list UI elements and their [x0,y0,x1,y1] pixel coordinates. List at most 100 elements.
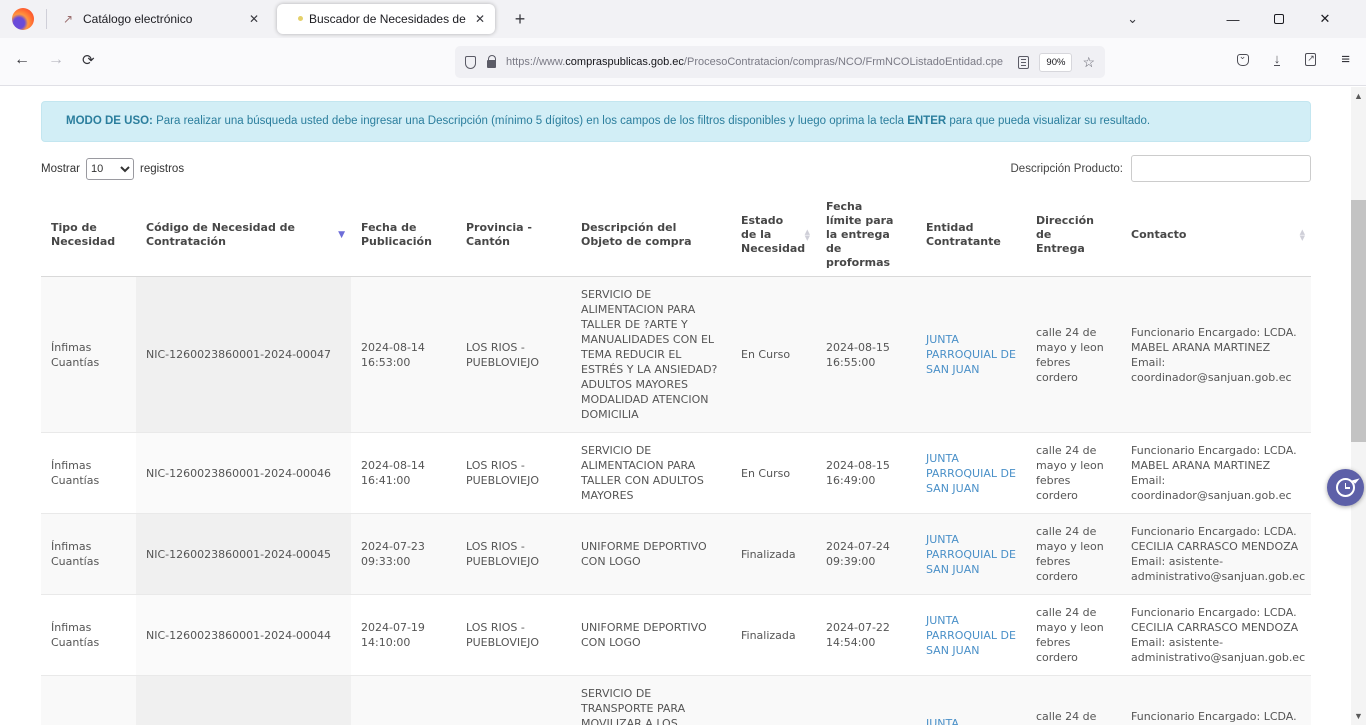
reader-view-icon[interactable] [1018,56,1029,69]
product-description-input[interactable] [1131,155,1311,182]
show-entries-label-after: registros [140,163,184,175]
vertical-scrollbar[interactable]: ▲ ▼ [1351,87,1366,725]
zoom-level-badge[interactable]: 90% [1039,53,1072,72]
contacto-funcionario: Funcionario Encargado: LCDA. CECILIA CAR… [1131,524,1301,554]
entidad-contratante-link[interactable]: JUNTA PARROQUIAL DE SAN JUAN [926,614,1016,657]
contacto-email: Email: coordinador@sanjuan.gob.ec [1131,355,1301,385]
close-window-button[interactable]: ✕ [1302,11,1348,27]
forward-button[interactable]: → [48,51,64,69]
tab-catalogo-electronico[interactable]: ↗ Catálogo electrónico ✕ [51,4,269,34]
cell-fecha_limite: 2024-07-17 11:10:00 [816,676,916,725]
menu-hamburger-icon[interactable]: ≡ [1341,51,1350,68]
cell-estado: Finalizada [731,595,816,676]
table-row: Ínfimas CuantíasNIC-1260023860001-2024-0… [41,514,1311,595]
column-header-tipo[interactable]: Tipo de Necesidad [41,194,136,277]
cell-codigo: NIC-1260023860001-2024-00045 [136,514,351,595]
cell-contacto: Funcionario Encargado: LCDA. CECILIA CAR… [1121,676,1311,725]
tab-close-icon[interactable]: ✕ [475,12,485,26]
url-text: https://www.compraspublicas.gob.ec/Proce… [506,56,1003,68]
table-row: Ínfimas CuantíasNIC-1260023860001-2024-0… [41,277,1311,433]
column-header-label: Entidad Contratante [926,221,1001,248]
column-header-label: Dirección de Entrega [1036,214,1094,255]
product-filter-label: Descripción Producto: [1011,163,1124,175]
table-controls-row: Mostrar 10 registros Descripción Product… [41,155,1311,182]
save-to-pocket-icon[interactable] [1237,54,1249,66]
show-entries-select[interactable]: 10 [86,158,134,180]
cell-provincia: LOS RIOS - PUEBLOVIEJO [456,514,571,595]
table-header-row: Tipo de Necesidad Código de Necesidad de … [41,194,1311,277]
scrollbar-down-arrow-icon[interactable]: ▼ [1351,709,1366,723]
back-button[interactable]: ← [14,51,30,69]
cell-codigo: NIC-1260023860001-2024-00047 [136,277,351,433]
column-header-codigo[interactable]: Código de Necesidad de Contratación▼ [136,194,351,277]
sort-both-icon: ▲▼ [1300,229,1305,241]
column-header-provincia[interactable]: Provincia - Cantón [456,194,571,277]
toolbar-right-icons: ↓ ≡ [1237,51,1350,68]
product-filter-zone: Descripción Producto: [1011,155,1312,182]
tab-close-icon[interactable]: ✕ [249,12,259,26]
list-all-tabs-chevron-icon[interactable]: ⌄ [1127,11,1138,27]
cell-estado: Finalizada [731,514,816,595]
entidad-contratante-link[interactable]: JUNTA PARROQUIAL DE SAN JUAN [926,717,1016,725]
lock-icon[interactable] [487,60,496,68]
cell-provincia: LOS RIOS - PUEBLOVIEJO [456,676,571,725]
table-row: Ínfimas CuantíasNIC-1260023860001-2024-0… [41,433,1311,514]
buscador-tab-favicon-icon [287,12,301,26]
cell-descripcion: UNIFORME DEPORTIVO CON LOGO [571,514,731,595]
new-tab-button[interactable]: + [507,9,533,30]
column-header-label: Contacto [1131,228,1186,241]
cell-fecha_limite: 2024-08-15 16:55:00 [816,277,916,433]
cell-fecha_publicacion: 2024-07-19 14:10:00 [351,595,456,676]
entidad-contratante-link[interactable]: JUNTA PARROQUIAL DE SAN JUAN [926,452,1016,495]
minimize-button[interactable]: — [1210,12,1256,27]
downloads-icon[interactable]: ↓ [1274,53,1281,66]
column-header-label: Fecha de Publicación [361,221,432,248]
urlbar-right-cluster: 90% ☆ [1018,53,1095,72]
cell-fecha_publicacion: 2024-08-14 16:41:00 [351,433,456,514]
cell-contacto: Funcionario Encargado: LCDA. MABEL ARANA… [1121,277,1311,433]
browser-window: ↗ Catálogo electrónico ✕ Buscador de Nec… [0,0,1366,725]
cell-tipo: Ínfimas Cuantías [41,433,136,514]
page-content: MODO DE USO: Para realizar una búsqueda … [0,87,1351,725]
contacto-email: Email: asistente-administrativo@sanjuan.… [1131,554,1301,584]
column-header-estado[interactable]: Estado de la Necesidad▲▼ [731,194,816,277]
cell-estado: En Curso [731,433,816,514]
cell-provincia: LOS RIOS - PUEBLOVIEJO [456,433,571,514]
restore-button[interactable] [1256,12,1302,27]
firefox-logo-icon [12,8,34,30]
cell-entidad: JUNTA PARROQUIAL DE SAN JUAN [916,676,1026,725]
bookmark-star-icon[interactable]: ☆ [1082,54,1095,71]
url-bar[interactable]: https://www.compraspublicas.gob.ec/Proce… [455,46,1105,78]
cell-descripcion: UNIFORME DEPORTIVO CON LOGO [571,595,731,676]
scrollbar-thumb[interactable] [1351,200,1366,442]
column-header-contacto[interactable]: Contacto ▲▼ [1121,194,1311,277]
entidad-contratante-link[interactable]: JUNTA PARROQUIAL DE SAN JUAN [926,333,1016,376]
window-controls: ⌄ — ✕ [1127,11,1366,27]
column-header-descripcion[interactable]: Descripción del Objeto de compra [571,194,731,277]
reload-button[interactable]: ⟳ [82,51,95,69]
cell-descripcion: SERVICIO DE ALIMENTACION PARA TALLER DE … [571,277,731,433]
column-header-fecha_limite[interactable]: Fecha límite para la entrega de proforma… [816,194,916,277]
tab-buscador-necesidades[interactable]: Buscador de Necesidades de Co ✕ [277,4,495,34]
tracking-protection-shield-icon[interactable] [465,56,476,69]
cell-fecha_limite: 2024-08-15 16:49:00 [816,433,916,514]
column-header-entidad[interactable]: Entidad Contratante [916,194,1026,277]
entidad-contratante-link[interactable]: JUNTA PARROQUIAL DE SAN JUAN [926,533,1016,576]
necesidades-table: Tipo de Necesidad Código de Necesidad de … [41,194,1311,725]
column-header-fecha_publicacion[interactable]: Fecha de Publicación [351,194,456,277]
share-icon[interactable] [1305,53,1316,66]
column-header-label: Tipo de Necesidad [51,221,115,248]
floating-assistant-button[interactable] [1327,469,1364,506]
scrollbar-up-arrow-icon[interactable]: ▲ [1351,89,1366,103]
cell-entidad: JUNTA PARROQUIAL DE SAN JUAN [916,514,1026,595]
cell-provincia: LOS RIOS - PUEBLOVIEJO [456,595,571,676]
cell-tipo: Ínfimas Cuantías [41,514,136,595]
cell-descripcion: SERVICIO DE ALIMENTACION PARA TALLER CON… [571,433,731,514]
tab-title: Buscador de Necesidades de Co [309,12,467,26]
cell-entidad: JUNTA PARROQUIAL DE SAN JUAN [916,433,1026,514]
banner-text-end: para que pueda visualizar su resultado. [946,115,1150,127]
contacto-email: Email: coordinador@sanjuan.gob.ec [1131,473,1301,503]
cell-estado: En Curso [731,277,816,433]
cell-estado: Finalizada [731,676,816,725]
column-header-direccion[interactable]: Dirección de Entrega [1026,194,1121,277]
